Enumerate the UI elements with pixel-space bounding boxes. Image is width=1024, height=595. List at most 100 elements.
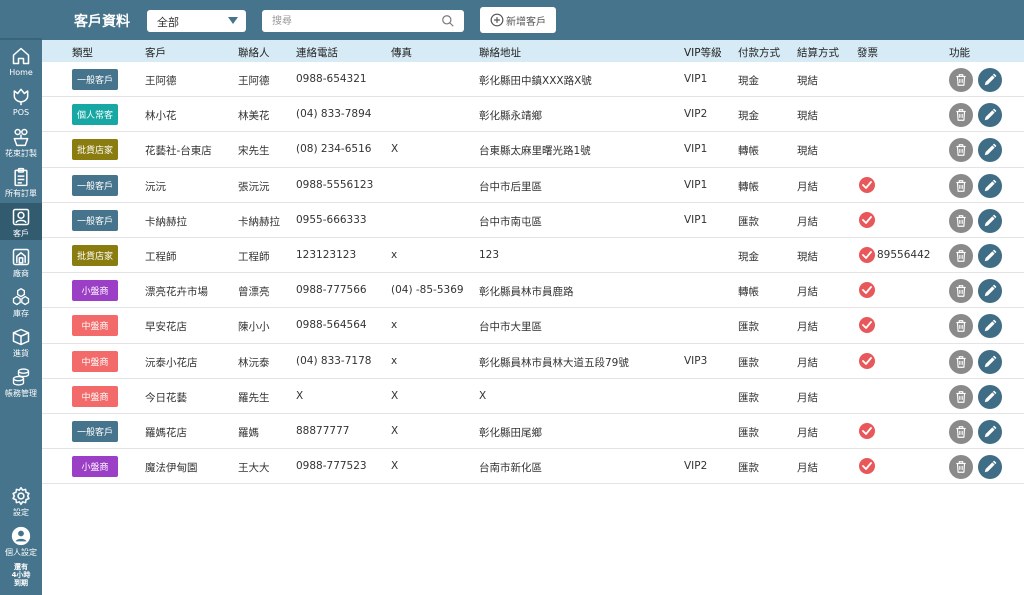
table-row[interactable]: 批貨店家 工程師 工程師 123123123 x 123 現金 現結 89556… <box>42 238 1024 274</box>
delete-button[interactable] <box>949 243 973 268</box>
add-customer-button[interactable]: 新增客戶 <box>480 7 556 33</box>
pencil-icon <box>984 143 997 156</box>
plus-circle-icon <box>490 13 504 27</box>
flower-icon <box>13 88 29 106</box>
search-input[interactable] <box>262 10 464 32</box>
select-value: 全部 <box>157 16 179 29</box>
edit-button[interactable] <box>978 103 1002 128</box>
contact-person: 羅媽 <box>238 426 259 439</box>
sidebar-item-purchase[interactable]: 進貨 <box>0 327 42 359</box>
sidebar-item-vendors[interactable]: 廠商 <box>0 247 42 279</box>
address: 彰化縣員林市員林大道五段79號 <box>479 356 629 369</box>
customer-type-badge: 批貨店家 <box>72 244 118 266</box>
address: 台中市大里區 <box>479 321 542 334</box>
table-row[interactable]: 個人常客 林小花 林美花 (04) 833-7894 彰化縣永靖鄉 VIP2 現… <box>42 97 1024 133</box>
col-settlement: 結算方式 <box>797 47 839 59</box>
delete-button[interactable] <box>949 349 973 374</box>
customer-type-badge: 中盤商 <box>72 315 118 337</box>
table-row[interactable]: 中盤商 今日花藝 羅先生 X X X 匯款 月結 <box>42 379 1024 414</box>
settlement-method: 月結 <box>797 321 818 334</box>
sidebar-item-settings[interactable]: 設定 <box>0 486 42 518</box>
table-row[interactable]: 中盤商 早安花店 陳小小 0988-564564 x 台中市大里區 匯款 月結 <box>42 308 1024 344</box>
edit-button[interactable] <box>978 173 1002 198</box>
edit-button[interactable] <box>978 314 1002 339</box>
phone-number: (08) 234-6516 <box>296 143 372 156</box>
fax-number: x <box>391 248 398 261</box>
delete-button[interactable] <box>949 314 973 339</box>
table-row[interactable]: 批貨店家 花藝社-台東店 宋先生 (08) 234-6516 X 台東縣太麻里曙… <box>42 132 1024 168</box>
invoice-check-icon <box>859 176 875 193</box>
table-row[interactable]: 一般客戶 王阿德 王阿德 0988-654321 彰化縣田中鎮XXX路X號 VI… <box>42 62 1024 98</box>
table-row[interactable]: 中盤商 沅泰小花店 林沅泰 (04) 833-7178 x 彰化縣員林市員林大道… <box>42 344 1024 379</box>
delete-button[interactable] <box>949 208 973 233</box>
search-icon[interactable] <box>441 14 455 28</box>
phone-number: (04) 833-7178 <box>296 354 372 367</box>
settlement-method: 月結 <box>797 286 818 299</box>
edit-button[interactable] <box>978 279 1002 304</box>
phone-number: 0988-564564 <box>296 319 367 332</box>
customer-type-badge: 小盤商 <box>72 456 118 478</box>
customer-type-select[interactable]: 全部 <box>147 10 246 32</box>
delete-button[interactable] <box>949 384 973 409</box>
vip-level: VIP3 <box>684 354 708 367</box>
delete-button[interactable] <box>949 103 973 128</box>
delete-button[interactable] <box>949 68 973 92</box>
customer-type-badge: 一般客戶 <box>72 420 118 442</box>
trash-icon <box>956 214 966 227</box>
delete-button[interactable] <box>949 173 973 198</box>
delete-button[interactable] <box>949 455 973 480</box>
table-row[interactable]: 一般客戶 羅媽花店 羅媽 88877777 X 彰化縣田尾鄉 匯款 月結 <box>42 414 1024 450</box>
table-row[interactable]: 一般客戶 沅沅 張沅沅 0988-5556123 台中市后里區 VIP1 轉帳 … <box>42 168 1024 203</box>
delete-button[interactable] <box>949 419 973 444</box>
sidebar-item-customers[interactable]: 客戶 <box>0 203 42 240</box>
sidebar-item-accounting[interactable]: 帳務管理 <box>0 367 42 399</box>
contact-person: 曾漂亮 <box>238 286 270 299</box>
sidebar-item-profile[interactable]: 個人設定 <box>0 526 42 558</box>
sidebar-item-label: 帳務管理 <box>5 389 37 398</box>
sidebar-item-orders[interactable]: 所有訂單 <box>0 167 42 199</box>
vip-level: VIP1 <box>684 73 708 85</box>
edit-button[interactable] <box>978 243 1002 268</box>
phone-number: (04) 833-7894 <box>296 108 372 121</box>
col-actions: 功能 <box>949 47 970 59</box>
contact-person: 羅先生 <box>238 391 270 404</box>
pencil-icon <box>984 319 997 332</box>
sidebar-item-label: Home <box>9 68 33 77</box>
table-row[interactable]: 小盤商 漂亮花卉市場 曾漂亮 0988-777566 (04) -85-5369… <box>42 273 1024 309</box>
contact-person: 張沅沅 <box>238 180 270 193</box>
edit-button[interactable] <box>978 384 1002 409</box>
phone-number: 0988-777523 <box>296 460 367 473</box>
invoice-check-icon <box>859 352 875 369</box>
trial-line: 還有 <box>14 563 28 571</box>
sidebar-item-home[interactable]: Home <box>0 46 42 78</box>
customer-name: 羅媽花店 <box>145 426 187 439</box>
table-row[interactable]: 小盤商 魔法伊甸園 王大大 0988-777523 X 台南市新化區 VIP2 … <box>42 449 1024 485</box>
sidebar-item-label: 個人設定 <box>5 548 37 557</box>
sidebar: Home POS 花束訂製 所有訂單 客戶 廠商 庫存 進貨 帳務管理 設定 個 <box>0 0 42 595</box>
sidebar-item-inventory[interactable]: 庫存 <box>0 287 42 319</box>
contact-person: 林沅泰 <box>238 356 270 369</box>
customer-type-badge: 一般客戶 <box>72 174 118 196</box>
payment-method: 匯款 <box>738 356 759 369</box>
trash-icon <box>956 179 966 192</box>
settlement-method: 現結 <box>797 250 818 263</box>
delete-button[interactable] <box>949 279 973 304</box>
edit-button[interactable] <box>978 455 1002 480</box>
edit-button[interactable] <box>978 349 1002 374</box>
customer-name: 沅沅 <box>145 180 166 193</box>
edit-button[interactable] <box>978 208 1002 233</box>
caret-down-icon <box>228 17 238 24</box>
edit-button[interactable] <box>978 419 1002 444</box>
edit-button[interactable] <box>978 68 1002 92</box>
fax-number: X <box>391 424 399 437</box>
delete-button[interactable] <box>949 138 973 163</box>
col-customer: 客戶 <box>145 47 166 59</box>
customer-name: 早安花店 <box>145 321 187 334</box>
invoice-number: 89556442 <box>877 248 931 261</box>
table-row[interactable]: 一般客戶 卡納赫拉 卡納赫拉 0955-666333 台中市南屯區 VIP1 匯… <box>42 203 1024 238</box>
sidebar-item-pos[interactable]: POS <box>0 86 42 118</box>
header: 客戶資料 全部 新增客戶 <box>42 0 1024 40</box>
edit-button[interactable] <box>978 138 1002 163</box>
customer-type-badge: 一般客戶 <box>72 209 118 231</box>
sidebar-item-bouquet[interactable]: 花束訂製 <box>0 127 42 159</box>
